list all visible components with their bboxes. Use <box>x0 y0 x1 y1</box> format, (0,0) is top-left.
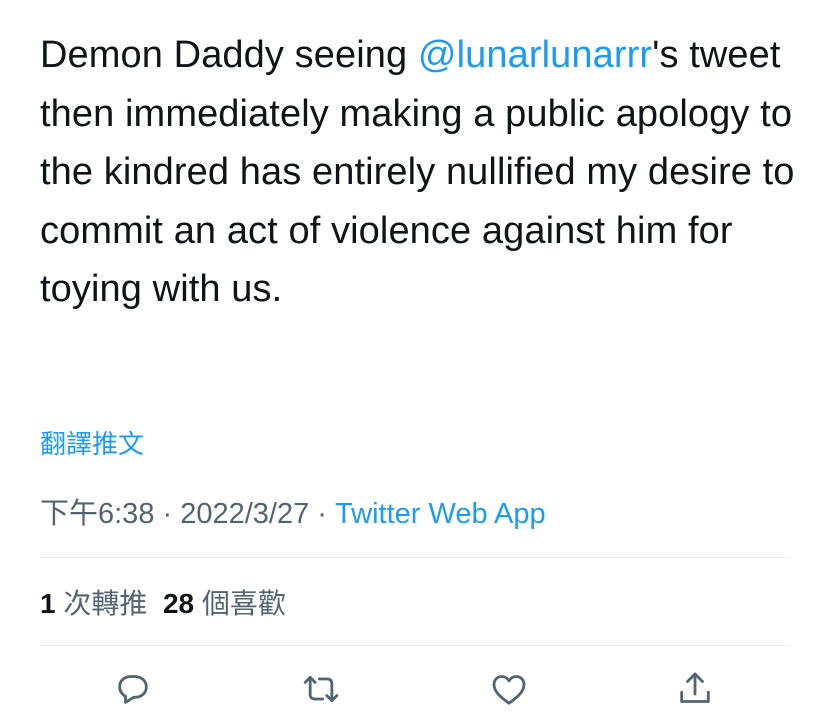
share-button[interactable] <box>672 666 718 712</box>
tweet-source[interactable]: Twitter Web App <box>335 498 546 530</box>
tweet-actions <box>40 666 788 716</box>
likes-label: 個喜歡 <box>201 588 286 619</box>
meta-separator: · <box>154 498 181 530</box>
divider <box>40 557 788 558</box>
likes-count: 28 <box>162 588 195 619</box>
tweet-date[interactable]: 2022/3/27 <box>180 498 309 530</box>
like-icon <box>492 675 526 705</box>
tweet-text-before: Demon Daddy seeing <box>40 34 418 76</box>
retweets-stat[interactable]: 1 次轉推 <box>40 588 147 619</box>
translate-tweet-link[interactable]: 翻譯推文 <box>40 424 144 461</box>
likes-stat[interactable]: 28 個喜歡 <box>163 588 286 619</box>
tweet-text: Demon Daddy seeing @lunarlunarrr's tweet… <box>40 26 800 319</box>
like-button[interactable] <box>486 666 532 712</box>
retweet-button[interactable] <box>298 666 344 712</box>
retweets-count: 1 <box>40 588 56 619</box>
mention-link[interactable]: @lunarlunarrr <box>418 34 652 76</box>
tweet-meta: 下午6:38 · 2022/3/27 · Twitter Web App <box>40 490 546 532</box>
reply-icon <box>118 675 148 704</box>
tweet-stats: 1 次轉推 28 個喜歡 <box>40 582 286 622</box>
reply-button[interactable] <box>110 666 156 712</box>
retweets-label: 次轉推 <box>63 588 148 619</box>
share-icon <box>680 672 710 703</box>
tweet-time[interactable]: 下午6:38 <box>40 498 154 530</box>
meta-separator: · <box>309 498 336 530</box>
divider <box>40 645 788 646</box>
retweet-icon <box>303 675 339 703</box>
